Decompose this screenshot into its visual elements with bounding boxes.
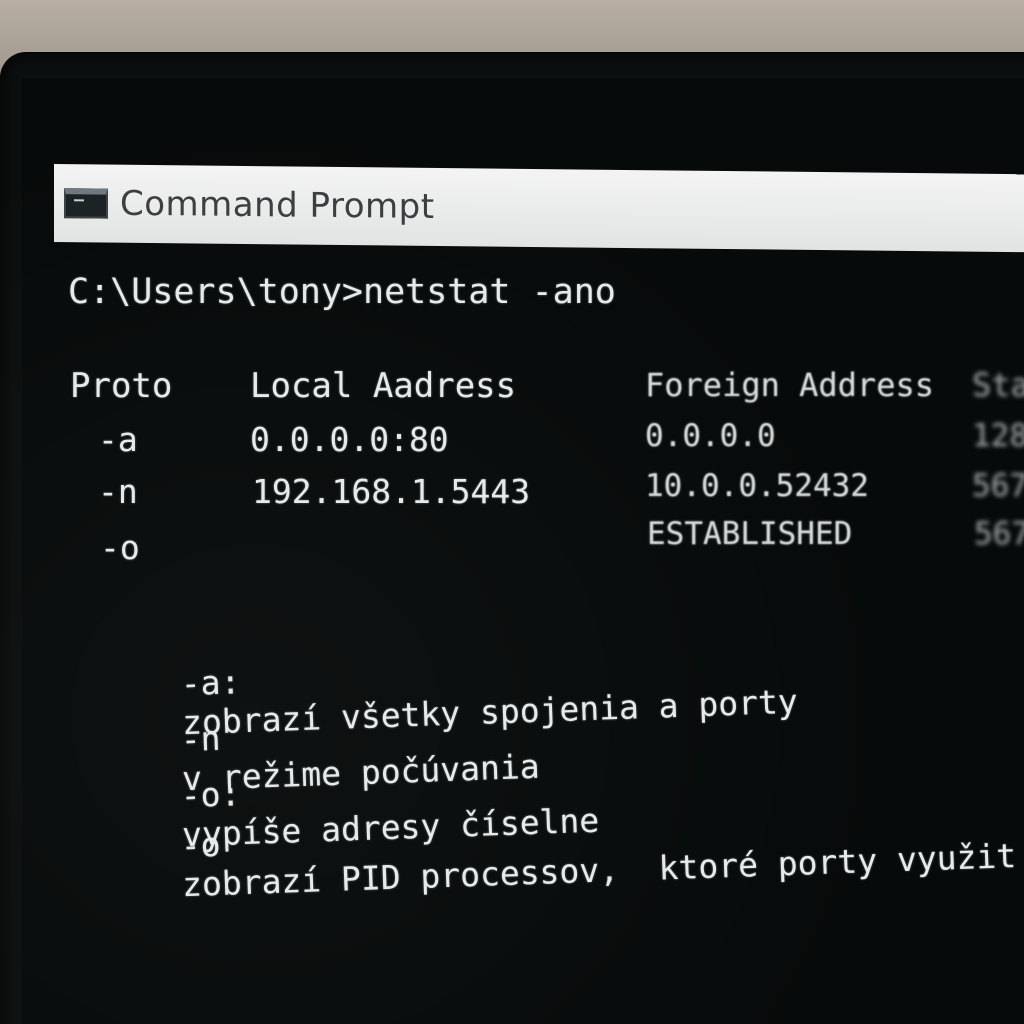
row-2-local: 192.168.1.5443 [252, 472, 531, 511]
row-1-foreign: 0.0.0.0 [645, 418, 776, 454]
note-4-text: zobrazí PID processov, ktoré porty využi… [181, 836, 1017, 905]
row-2-proto: -n [98, 472, 138, 511]
command-prompt-line: C:\Users\tony>netstat -ano [68, 272, 616, 312]
header-foreign-address: Foreign Address [645, 366, 934, 404]
terminal-output[interactable]: C:\Users\tony>netstat -ano Proto Local A… [0, 0, 1024, 1024]
row-1-local: 0.0.0.0:80 [250, 420, 449, 459]
header-state: Sta [972, 366, 1024, 404]
row-2-state: 567 [972, 468, 1024, 504]
header-local-address: Local Aadress [250, 366, 517, 406]
row-1-proto: -a [98, 420, 138, 459]
row-3-proto: -o [100, 528, 140, 567]
row-3-foreign: ESTABLISHED [647, 516, 853, 552]
row-3-state: 567 [974, 516, 1024, 552]
header-proto: Proto [70, 366, 173, 406]
note-4-flag: -o [180, 824, 222, 866]
note-line-4: -o zobrazí PID processov, ktoré porty vy… [99, 758, 1018, 946]
row-2-foreign: 10.0.0.52432 [645, 468, 869, 504]
row-1-state: 128 [972, 418, 1024, 454]
